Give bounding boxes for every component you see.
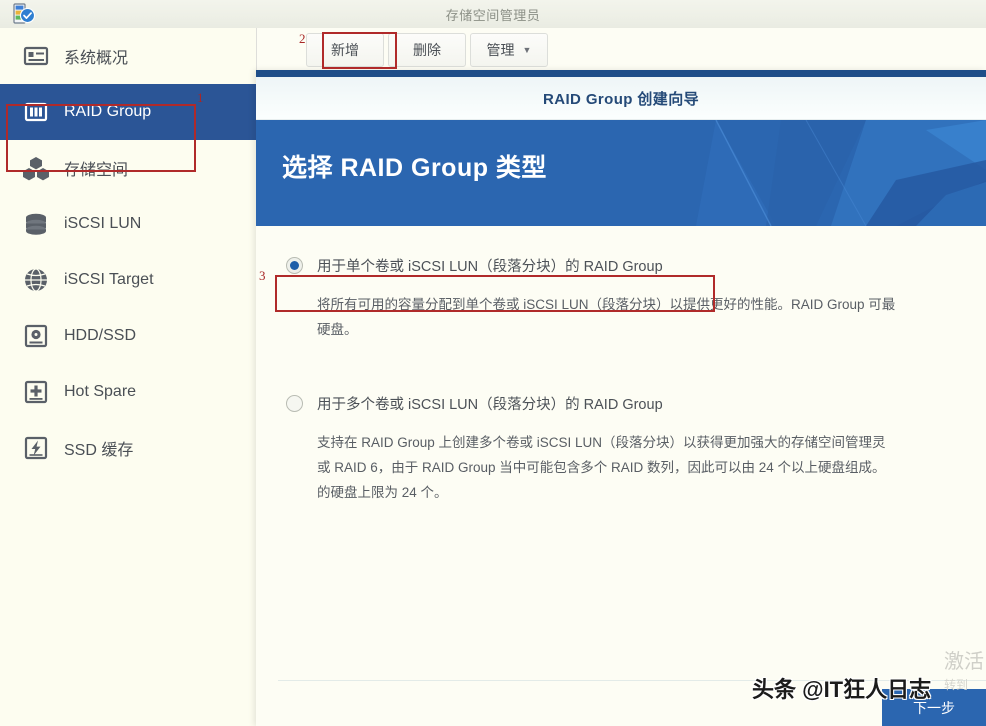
storage-manager-window: 存储空间管理员 系统概况 RAID Group bbox=[0, 0, 986, 726]
dialog-top-accent-bar bbox=[256, 70, 986, 77]
dialog-titlebar: RAID Group 创建向导 bbox=[256, 77, 986, 120]
storage-space-icon bbox=[22, 154, 50, 182]
hot-spare-icon bbox=[22, 378, 50, 406]
sidebar-item-label: iSCSI LUN bbox=[64, 215, 141, 233]
next-button[interactable]: 下一步 bbox=[882, 689, 986, 726]
option-single-volume-label: 用于单个卷或 iSCSI LUN（段落分块）的 RAID Group bbox=[317, 255, 663, 276]
sidebar-item-iscsi-lun[interactable]: iSCSI LUN bbox=[0, 196, 256, 252]
raid-group-wizard-dialog: RAID Group 创建向导 选择 RAID Group 类型 用于单个卷或 bbox=[256, 70, 986, 726]
sidebar-item-iscsi-target[interactable]: iSCSI Target bbox=[0, 252, 256, 308]
delete-button-label: 删除 bbox=[413, 40, 441, 60]
option-single-volume-head[interactable]: 用于单个卷或 iSCSI LUN（段落分块）的 RAID Group bbox=[286, 248, 986, 282]
next-button-label: 下一步 bbox=[913, 698, 955, 718]
sidebar-item-label: Hot Spare bbox=[64, 383, 136, 401]
sidebar-item-label: HDD/SSD bbox=[64, 327, 136, 345]
dialog-footer-separator bbox=[278, 680, 986, 681]
window-titlebar: 存储空间管理员 bbox=[0, 0, 986, 29]
sidebar-item-ssd-cache[interactable]: SSD 缓存 bbox=[0, 420, 256, 476]
radio-multiple-volume[interactable] bbox=[286, 395, 303, 412]
dialog-body: 用于单个卷或 iSCSI LUN（段落分块）的 RAID Group 将所有可用… bbox=[256, 226, 986, 726]
sidebar-item-hot-spare[interactable]: Hot Spare bbox=[0, 364, 256, 420]
option-multiple-volume[interactable]: 用于多个卷或 iSCSI LUN（段落分块）的 RAID Group 支持在 R… bbox=[256, 386, 986, 505]
ssd-cache-icon bbox=[22, 434, 50, 462]
option-single-volume[interactable]: 用于单个卷或 iSCSI LUN（段落分块）的 RAID Group 将所有可用… bbox=[256, 248, 986, 342]
sidebar-item-hdd-ssd[interactable]: HDD/SSD bbox=[0, 308, 256, 364]
raid-group-icon bbox=[22, 98, 50, 126]
sidebar-item-label: 系统概况 bbox=[64, 44, 128, 68]
manage-button[interactable]: 管理 ▼ bbox=[470, 33, 548, 67]
system-overview-icon bbox=[22, 42, 50, 70]
banner-heading: 选择 RAID Group 类型 bbox=[282, 148, 547, 184]
hard-disk-icon bbox=[22, 322, 50, 350]
sidebar-item-storage-space[interactable]: 存储空间 bbox=[0, 140, 256, 196]
banner-decoration bbox=[566, 120, 986, 226]
option-multiple-volume-head[interactable]: 用于多个卷或 iSCSI LUN（段落分块）的 RAID Group bbox=[286, 386, 986, 420]
sidebar-item-raid-group[interactable]: RAID Group bbox=[0, 84, 256, 140]
sidebar-item-system-overview[interactable]: 系统概况 bbox=[0, 28, 256, 84]
database-icon bbox=[22, 210, 50, 238]
option-single-volume-description: 将所有可用的容量分配到单个卷或 iSCSI LUN（段落分块）以提供更好的性能。… bbox=[317, 292, 986, 342]
manage-button-label: 管理 bbox=[487, 40, 515, 60]
chevron-down-icon: ▼ bbox=[523, 45, 532, 55]
toolbar: 新增 删除 管理 ▼ bbox=[257, 30, 986, 70]
option-multiple-volume-description: 支持在 RAID Group 上创建多个卷或 iSCSI LUN（段落分块）以获… bbox=[317, 430, 986, 505]
create-button[interactable]: 新增 bbox=[306, 33, 384, 67]
sidebar-item-label: RAID Group bbox=[64, 103, 151, 121]
globe-icon bbox=[22, 266, 50, 294]
dialog-title: RAID Group 创建向导 bbox=[543, 88, 699, 109]
window-title: 存储空间管理员 bbox=[0, 5, 986, 24]
sidebar-item-label: 存储空间 bbox=[64, 156, 128, 180]
dialog-banner: 选择 RAID Group 类型 bbox=[256, 120, 986, 226]
delete-button[interactable]: 删除 bbox=[388, 33, 466, 67]
option-multiple-volume-label: 用于多个卷或 iSCSI LUN（段落分块）的 RAID Group bbox=[317, 393, 663, 414]
sidebar-item-label: SSD 缓存 bbox=[64, 436, 133, 460]
sidebar-item-label: iSCSI Target bbox=[64, 271, 154, 289]
sidebar: 系统概况 RAID Group 存储空间 bbox=[0, 28, 257, 726]
create-button-label: 新增 bbox=[331, 40, 359, 60]
radio-single-volume[interactable] bbox=[286, 257, 303, 274]
